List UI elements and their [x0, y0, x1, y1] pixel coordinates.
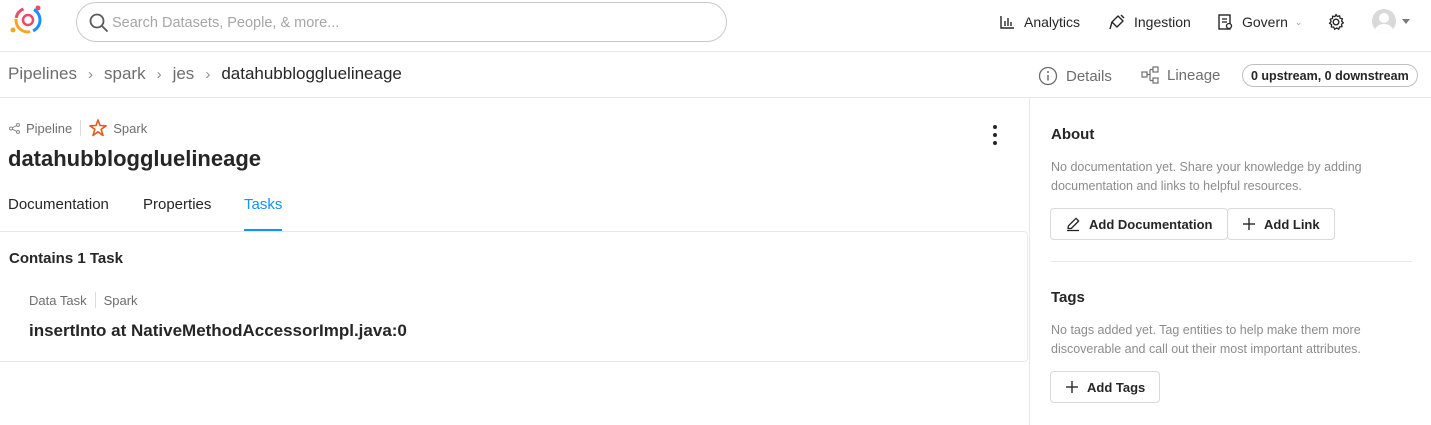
breadcrumb-separator: › — [156, 65, 162, 83]
breadcrumb-separator: › — [205, 65, 211, 83]
nav-analytics[interactable]: Analytics — [999, 12, 1080, 32]
entity-type: Pipeline — [26, 120, 73, 136]
platform-name: Spark — [113, 120, 148, 136]
tags-title: Tags — [1051, 289, 1085, 306]
tab-properties[interactable]: Properties — [143, 196, 211, 231]
details-tab[interactable]: Details — [1038, 66, 1112, 86]
caret-down-icon — [1402, 18, 1410, 24]
divider — [94, 292, 96, 308]
nav-ingestion-label: Ingestion — [1134, 14, 1191, 30]
entity-type-row: Pipeline Spark — [9, 119, 147, 137]
nav-analytics-label: Analytics — [1024, 14, 1081, 30]
breadcrumb-item-jes[interactable]: jes — [173, 64, 195, 84]
plus-icon — [1065, 380, 1079, 394]
lineage-tab-label: Lineage — [1167, 66, 1221, 84]
lineage-icon — [1141, 66, 1159, 84]
lineage-tab[interactable]: Lineage — [1141, 66, 1220, 84]
more-vertical-icon[interactable] — [985, 124, 1005, 146]
breadcrumb-item-spark[interactable]: spark — [104, 64, 146, 84]
add-tags-label: Add Tags — [1087, 379, 1146, 395]
entity-tabs: Documentation Properties Tasks — [0, 192, 1029, 231]
user-menu[interactable] — [1372, 9, 1410, 33]
search-icon — [89, 13, 109, 33]
divider — [1051, 261, 1412, 262]
govern-icon — [1217, 14, 1233, 30]
add-documentation-button[interactable]: Add Documentation — [1050, 208, 1228, 240]
search-bar[interactable] — [76, 2, 727, 42]
top-header: Analytics Ingestion Govern ⌄ — [0, 0, 1431, 52]
breadcrumb-separator: › — [88, 65, 93, 83]
add-tags-button[interactable]: Add Tags — [1050, 371, 1161, 403]
plus-icon — [1242, 217, 1256, 231]
breadcrumb-current: datahubbloggluelineage — [221, 64, 402, 83]
nav-govern[interactable]: Govern ⌄ — [1217, 12, 1302, 32]
divider — [80, 120, 82, 136]
lineage-count-badge[interactable]: 0 upstream, 0 downstream — [1242, 64, 1418, 87]
add-link-label: Add Link — [1264, 216, 1320, 232]
entity-title: datahubbloggluelineage — [8, 146, 262, 171]
nav-ingestion[interactable]: Ingestion — [1109, 12, 1191, 32]
breadcrumb-bar: Pipelines › spark › jes › datahubblogglu… — [0, 52, 1431, 98]
about-empty-text: No documentation yet. Share your knowled… — [1051, 160, 1362, 193]
task-type: Data Task — [29, 292, 87, 308]
add-link-button[interactable]: Add Link — [1227, 208, 1335, 240]
tasks-count-heading: Contains 1 Task — [9, 250, 123, 267]
tasks-panel: Contains 1 Task Data Task Spark insertIn… — [0, 231, 1028, 362]
breadcrumb: Pipelines › spark › jes › datahubblogglu… — [8, 64, 402, 84]
task-platform: Spark — [103, 292, 138, 308]
gear-icon[interactable] — [1327, 13, 1345, 31]
entity-sidebar: About No documentation yet. Share your k… — [1029, 98, 1431, 425]
details-tab-label: Details — [1066, 67, 1112, 85]
search-input[interactable] — [112, 12, 712, 34]
breadcrumb-item-pipelines[interactable]: Pipelines — [8, 64, 77, 84]
tab-documentation[interactable]: Documentation — [8, 196, 109, 231]
avatar — [1372, 9, 1396, 33]
add-documentation-label: Add Documentation — [1089, 216, 1213, 232]
info-icon — [1038, 66, 1058, 86]
analytics-icon — [999, 14, 1015, 30]
ingestion-icon — [1109, 14, 1125, 30]
about-title: About — [1051, 126, 1095, 143]
chevron-down-icon: ⌄ — [1294, 16, 1303, 27]
tags-empty-text: No tags added yet. Tag entities to help … — [1051, 323, 1361, 356]
task-meta: Data Task Spark — [29, 292, 138, 308]
spark-icon — [89, 119, 108, 137]
logo-icon[interactable] — [8, 3, 46, 39]
entity-main: Pipeline Spark datahubbloggluelineage Do… — [0, 98, 1029, 425]
pipeline-icon — [9, 122, 20, 134]
platform: Spark — [89, 119, 147, 137]
tab-tasks[interactable]: Tasks — [244, 196, 283, 231]
task-name-link[interactable]: insertInto at NativeMethodAccessorImpl.j… — [29, 321, 407, 341]
nav-govern-label: Govern — [1242, 14, 1288, 30]
edit-icon — [1065, 216, 1081, 232]
